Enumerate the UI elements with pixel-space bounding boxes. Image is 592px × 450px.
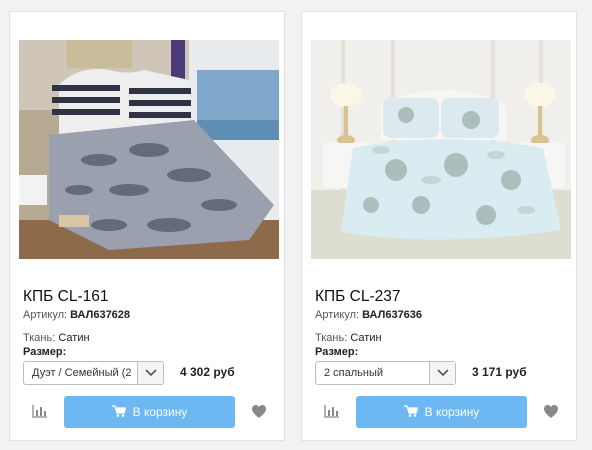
add-to-cart-label: В корзину bbox=[424, 405, 480, 419]
sku-label: Артикул: bbox=[315, 309, 360, 321]
fabric-value: Сатин bbox=[350, 332, 382, 344]
size-select[interactable]: Дуэт / Семейный (2 bbox=[23, 361, 164, 385]
product-title[interactable]: КПБ CL-161 bbox=[23, 288, 109, 306]
fabric-value: Сатин bbox=[58, 332, 90, 344]
bar-chart-icon[interactable] bbox=[32, 404, 48, 418]
product-sku: Артикул: ВАЛ637636 bbox=[315, 309, 422, 321]
add-to-cart-button[interactable]: В корзину bbox=[64, 396, 235, 428]
chevron-down-icon[interactable] bbox=[137, 362, 163, 384]
size-label: Размер: bbox=[23, 346, 67, 358]
bar-chart-icon[interactable] bbox=[324, 404, 340, 418]
product-image[interactable] bbox=[311, 40, 571, 259]
product-sku: Артикул: ВАЛ637628 bbox=[23, 309, 130, 321]
add-to-cart-label: В корзину bbox=[132, 405, 188, 419]
size-selected-value: Дуэт / Семейный (2 bbox=[32, 367, 132, 379]
sku-value: ВАЛ637628 bbox=[70, 309, 131, 321]
cart-icon bbox=[111, 404, 126, 420]
add-to-cart-button[interactable]: В корзину bbox=[356, 396, 527, 428]
product-fabric: Ткань: Сатин bbox=[315, 332, 382, 344]
bedding-photo-floral bbox=[311, 40, 571, 259]
size-select[interactable]: 2 спальный bbox=[315, 361, 456, 385]
product-price: 3 171 руб bbox=[472, 365, 527, 379]
size-selected-value: 2 спальный bbox=[324, 367, 384, 379]
heart-icon[interactable] bbox=[543, 404, 559, 419]
sku-value: ВАЛ637636 bbox=[362, 309, 423, 321]
fabric-label: Ткань: bbox=[23, 332, 56, 344]
bedding-photo-striped bbox=[19, 40, 279, 259]
product-title[interactable]: КПБ CL-237 bbox=[315, 288, 401, 306]
cart-icon bbox=[403, 404, 418, 420]
fabric-label: Ткань: bbox=[315, 332, 348, 344]
product-image[interactable] bbox=[19, 40, 279, 259]
sku-label: Артикул: bbox=[23, 309, 68, 321]
product-price: 4 302 руб bbox=[180, 365, 235, 379]
product-fabric: Ткань: Сатин bbox=[23, 332, 90, 344]
product-card: КПБ CL-161 Артикул: ВАЛ637628 Ткань: Сат… bbox=[9, 11, 285, 441]
heart-icon[interactable] bbox=[251, 404, 267, 419]
chevron-down-icon[interactable] bbox=[429, 362, 455, 384]
product-card: КПБ CL-237 Артикул: ВАЛ637636 Ткань: Сат… bbox=[301, 11, 577, 441]
size-label: Размер: bbox=[315, 346, 359, 358]
